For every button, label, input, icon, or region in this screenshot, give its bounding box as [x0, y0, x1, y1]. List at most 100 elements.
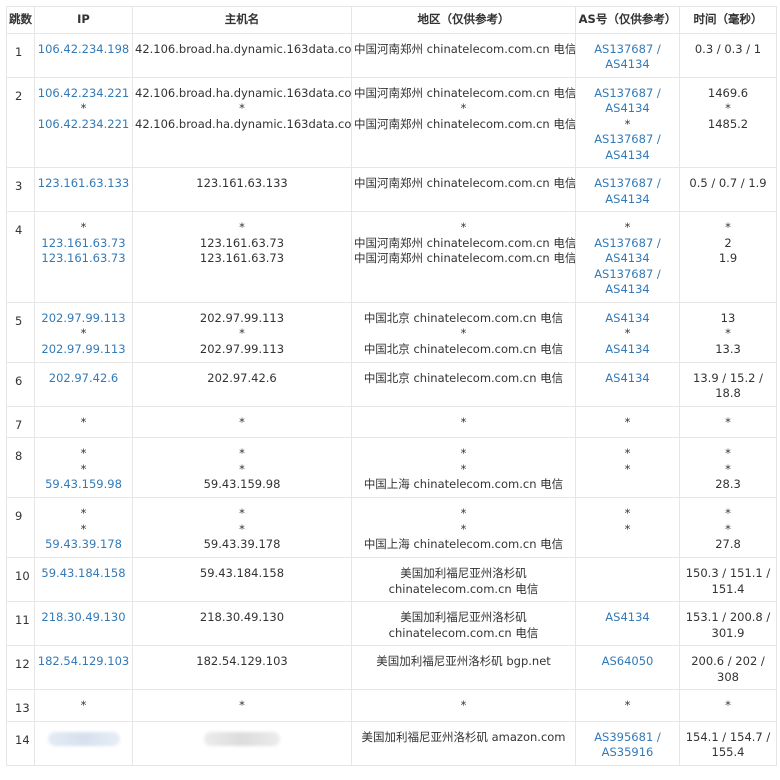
ip-cell: *: [34, 689, 133, 722]
as-cell: * AS137687 /AS4134 AS137687 /AS4134: [575, 211, 680, 303]
region-line: 中国北京 chinatelecom.com.cn 电信: [363, 341, 564, 356]
time-line: 1.9: [718, 251, 738, 265]
ip-line[interactable]: 106.42.234.221: [37, 86, 130, 102]
as-line[interactable]: AS137687 /: [578, 236, 677, 252]
as-line: *: [624, 461, 631, 476]
ip-line[interactable]: 59.43.184.158: [37, 566, 130, 582]
as-line[interactable]: AS137687 /: [578, 132, 677, 148]
as-line[interactable]: AS137687 /: [578, 86, 677, 102]
as-line[interactable]: AS4134: [578, 57, 677, 73]
region-line: 中国上海 chinatelecom.com.cn 电信: [363, 537, 564, 551]
hostname-cell: 202.97.99.113 * 202.97.99.113: [132, 301, 352, 363]
ip-line[interactable]: 123.161.63.73: [37, 251, 130, 267]
hop-cell: 11: [6, 601, 35, 646]
host-line: *: [239, 506, 245, 520]
hop-cell: 10: [6, 557, 35, 602]
ip-cell: 202.97.42.6: [34, 361, 133, 407]
as-cell: AS137687 /AS4134: [575, 32, 680, 78]
ip-line[interactable]: 182.54.129.103: [37, 654, 130, 670]
region-line: *: [460, 698, 467, 712]
time-cell: 0.5 / 0.7 / 1.9: [679, 167, 777, 212]
ip-cell: * * 59.43.159.98: [34, 437, 133, 498]
column-header-as: AS号（仅供参考）: [575, 6, 680, 34]
table-row: 10 59.43.184.158 59.43.184.158 美国加利福尼亚州洛杉矶 c…: [6, 557, 777, 602]
region-cell: 中国河南郑州 chinatelecom.com.cn 电信: [351, 32, 576, 78]
time-cell: * * 28.3: [679, 437, 777, 498]
as-line[interactable]: AS4134: [578, 148, 677, 164]
host-line: 218.30.49.130: [199, 610, 285, 624]
ip-line[interactable]: 106.42.234.221: [37, 117, 130, 133]
time-cell: 200.6 / 202 /308: [679, 645, 777, 690]
host-line: *: [239, 698, 245, 712]
traceroute-table: 跳数 IP 主机名 地区（仅供参考） AS号（仅供参考） 时间（毫秒） 1 106…: [6, 6, 777, 766]
ip-line[interactable]: 59.43.39.178: [37, 537, 130, 553]
table-row: 5 202.97.99.113 * 202.97.99.113 202.97.99.11…: [6, 301, 777, 363]
as-line: *: [624, 116, 631, 131]
hostname-cell: *: [132, 405, 352, 438]
as-line[interactable]: AS4134: [578, 342, 677, 358]
as-line[interactable]: AS137687 /: [578, 176, 677, 192]
time-cell: * 2 1.9: [679, 211, 777, 303]
hostname-cell: [132, 720, 352, 766]
ip-line[interactable]: 123.161.63.133: [37, 176, 130, 192]
hop-cell: 13: [6, 689, 35, 722]
as-line[interactable]: AS137687 /: [578, 267, 677, 283]
table-row: 2 106.42.234.221 * 106.42.234.221 42.106.bro…: [6, 76, 777, 168]
region-cell: 中国河南郑州 chinatelecom.com.cn 电信: [351, 167, 576, 212]
as-line[interactable]: AS64050: [578, 654, 677, 670]
hop-cell: 2: [6, 76, 35, 168]
as-line: *: [624, 521, 631, 536]
region-line: *: [460, 461, 467, 476]
ip-cell: * * 59.43.39.178: [34, 497, 133, 558]
as-line[interactable]: AS4134: [578, 311, 677, 327]
ip-cell: 123.161.63.133: [34, 167, 133, 212]
time-line: 18.8: [715, 386, 741, 400]
time-line: 155.4: [711, 745, 745, 759]
as-cell: AS395681 /AS35916: [575, 720, 680, 766]
hostname-cell: 42.106.broad.ha.dynamic.163data.com.cn*4…: [132, 76, 352, 168]
ip-cell: 182.54.129.103: [34, 645, 133, 690]
as-line[interactable]: AS137687 /: [578, 42, 677, 58]
as-line[interactable]: AS4134: [578, 282, 677, 298]
as-line[interactable]: AS4134: [578, 192, 677, 208]
table-row: 9 * * 59.43.39.178 * * 59.43.39.178 * * 中国上海 chin…: [6, 497, 777, 558]
time-line: 0.3 / 0.3 / 1: [694, 41, 762, 56]
redacted-hostname: [204, 731, 280, 746]
time-line: 200.6 / 202 /: [691, 654, 765, 668]
as-line[interactable]: AS4134: [578, 610, 677, 626]
ip-line[interactable]: 123.161.63.73: [37, 236, 130, 252]
host-line: 123.161.63.73: [199, 251, 285, 265]
table-row: 8 * * 59.43.159.98 * * 59.43.159.98 * * 中国上海 chin…: [6, 437, 777, 498]
time-cell: * * 27.8: [679, 497, 777, 558]
hop-cell: 1: [6, 32, 35, 78]
region-line: 中国河南郑州 chinatelecom.com.cn 电信: [354, 251, 576, 265]
table-row: 6 202.97.42.6 202.97.42.6 中国北京 chinatelecom…: [6, 361, 777, 407]
ip-line[interactable]: 202.97.99.113: [37, 311, 130, 327]
time-line: 27.8: [715, 537, 741, 551]
ip-line[interactable]: 202.97.99.113: [37, 342, 130, 358]
host-line: 59.43.184.158: [199, 566, 285, 580]
as-line[interactable]: AS4134: [578, 101, 677, 117]
ip-line[interactable]: 106.42.234.198: [37, 42, 130, 58]
as-line[interactable]: AS395681 /: [578, 730, 677, 746]
host-line: 59.43.39.178: [203, 537, 281, 551]
as-cell: *: [575, 405, 680, 438]
region-cell: * * 中国上海 chinatelecom.com.cn 电信: [351, 497, 576, 558]
region-line: 中国河南郑州 chinatelecom.com.cn 电信: [354, 41, 576, 56]
as-line[interactable]: AS35916: [578, 745, 677, 761]
as-line: *: [624, 446, 631, 460]
ip-line: *: [80, 326, 87, 340]
hostname-cell: * * 59.43.39.178: [132, 497, 352, 558]
region-line: 美国加利福尼亚州洛杉矶: [400, 566, 527, 580]
as-line[interactable]: AS4134: [578, 371, 677, 387]
time-cell: 150.3 / 151.1 /151.4: [679, 557, 777, 602]
ip-line[interactable]: 202.97.42.6: [37, 371, 130, 387]
ip-cell: *: [34, 405, 133, 438]
hostname-cell: 202.97.42.6: [132, 361, 352, 407]
region-cell: *: [351, 405, 576, 438]
ip-line[interactable]: 218.30.49.130: [37, 610, 130, 626]
ip-line[interactable]: 59.43.159.98: [37, 477, 130, 493]
region-line: chinatelecom.com.cn 电信: [388, 625, 539, 640]
as-line[interactable]: AS4134: [578, 251, 677, 267]
ip-line: *: [80, 521, 87, 536]
